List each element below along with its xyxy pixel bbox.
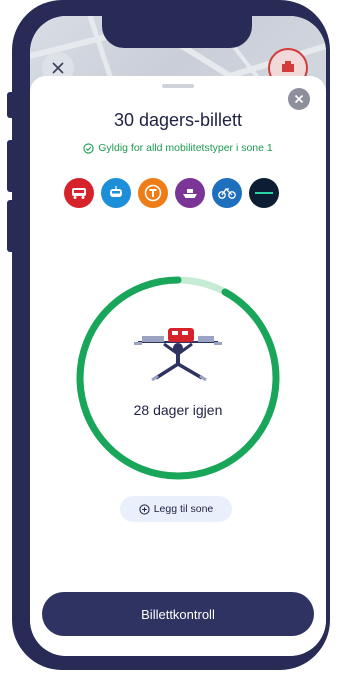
phone-mute-switch (7, 92, 14, 118)
close-icon (52, 62, 64, 74)
sheet-close-button[interactable] (288, 88, 310, 110)
phone-screen: 30 dagers-billett Gyldig for alld mobili… (30, 16, 326, 656)
ticket-title: 30 dagers-billett (113, 110, 243, 130)
tram-icon (101, 178, 131, 208)
ticket-control-button[interactable]: Billettkontroll (42, 592, 314, 636)
scooter-icon (282, 61, 294, 72)
scooter-brand-icon (249, 178, 279, 208)
validity-line: Gyldig for alld mobilitetstyper i sone 1 (30, 142, 326, 154)
transport-modes (64, 178, 279, 208)
check-circle-icon (83, 142, 94, 154)
sheet-drag-handle[interactable] (162, 84, 194, 88)
validity-text: Gyldig for alld mobilitetstyper i sone 1 (98, 142, 273, 154)
phone-volume-up (7, 140, 14, 192)
phone-volume-down (7, 200, 14, 252)
ticket-sheet: 30 dagers-billett Gyldig for alld mobili… (30, 76, 326, 656)
boat-icon (175, 178, 205, 208)
add-zone-button[interactable]: Legg til sone (120, 496, 232, 522)
phone-notch (102, 16, 252, 48)
close-icon (294, 94, 304, 104)
plus-circle-icon (139, 503, 150, 515)
ticket-illustration (128, 324, 228, 393)
days-remaining: 28 dager igjen (133, 402, 223, 418)
metro-icon (138, 178, 168, 208)
bike-icon (212, 178, 242, 208)
add-zone-label: Legg til sone (153, 503, 214, 515)
bus-icon (64, 178, 94, 208)
